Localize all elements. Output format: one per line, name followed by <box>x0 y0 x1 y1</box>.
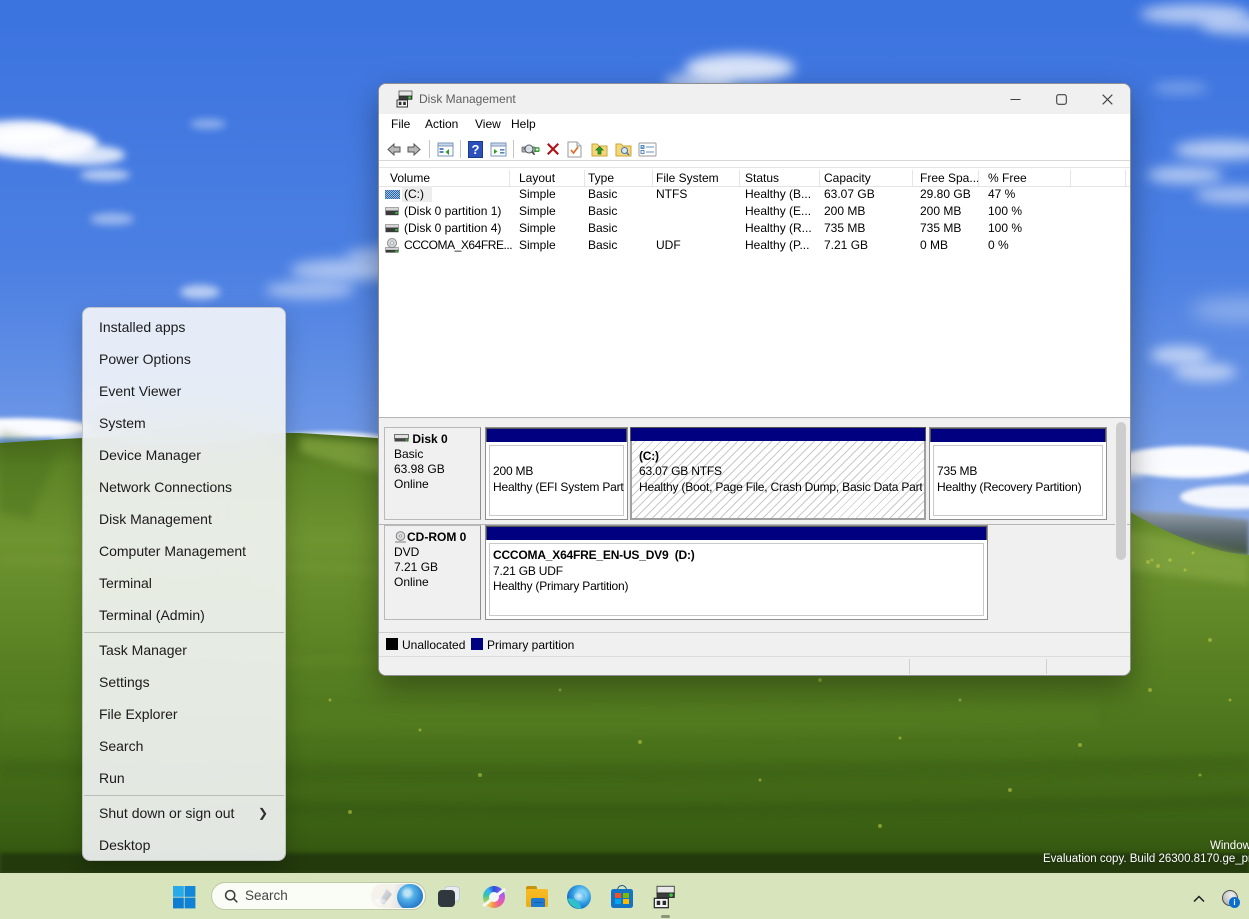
svg-text:?: ? <box>472 142 480 157</box>
